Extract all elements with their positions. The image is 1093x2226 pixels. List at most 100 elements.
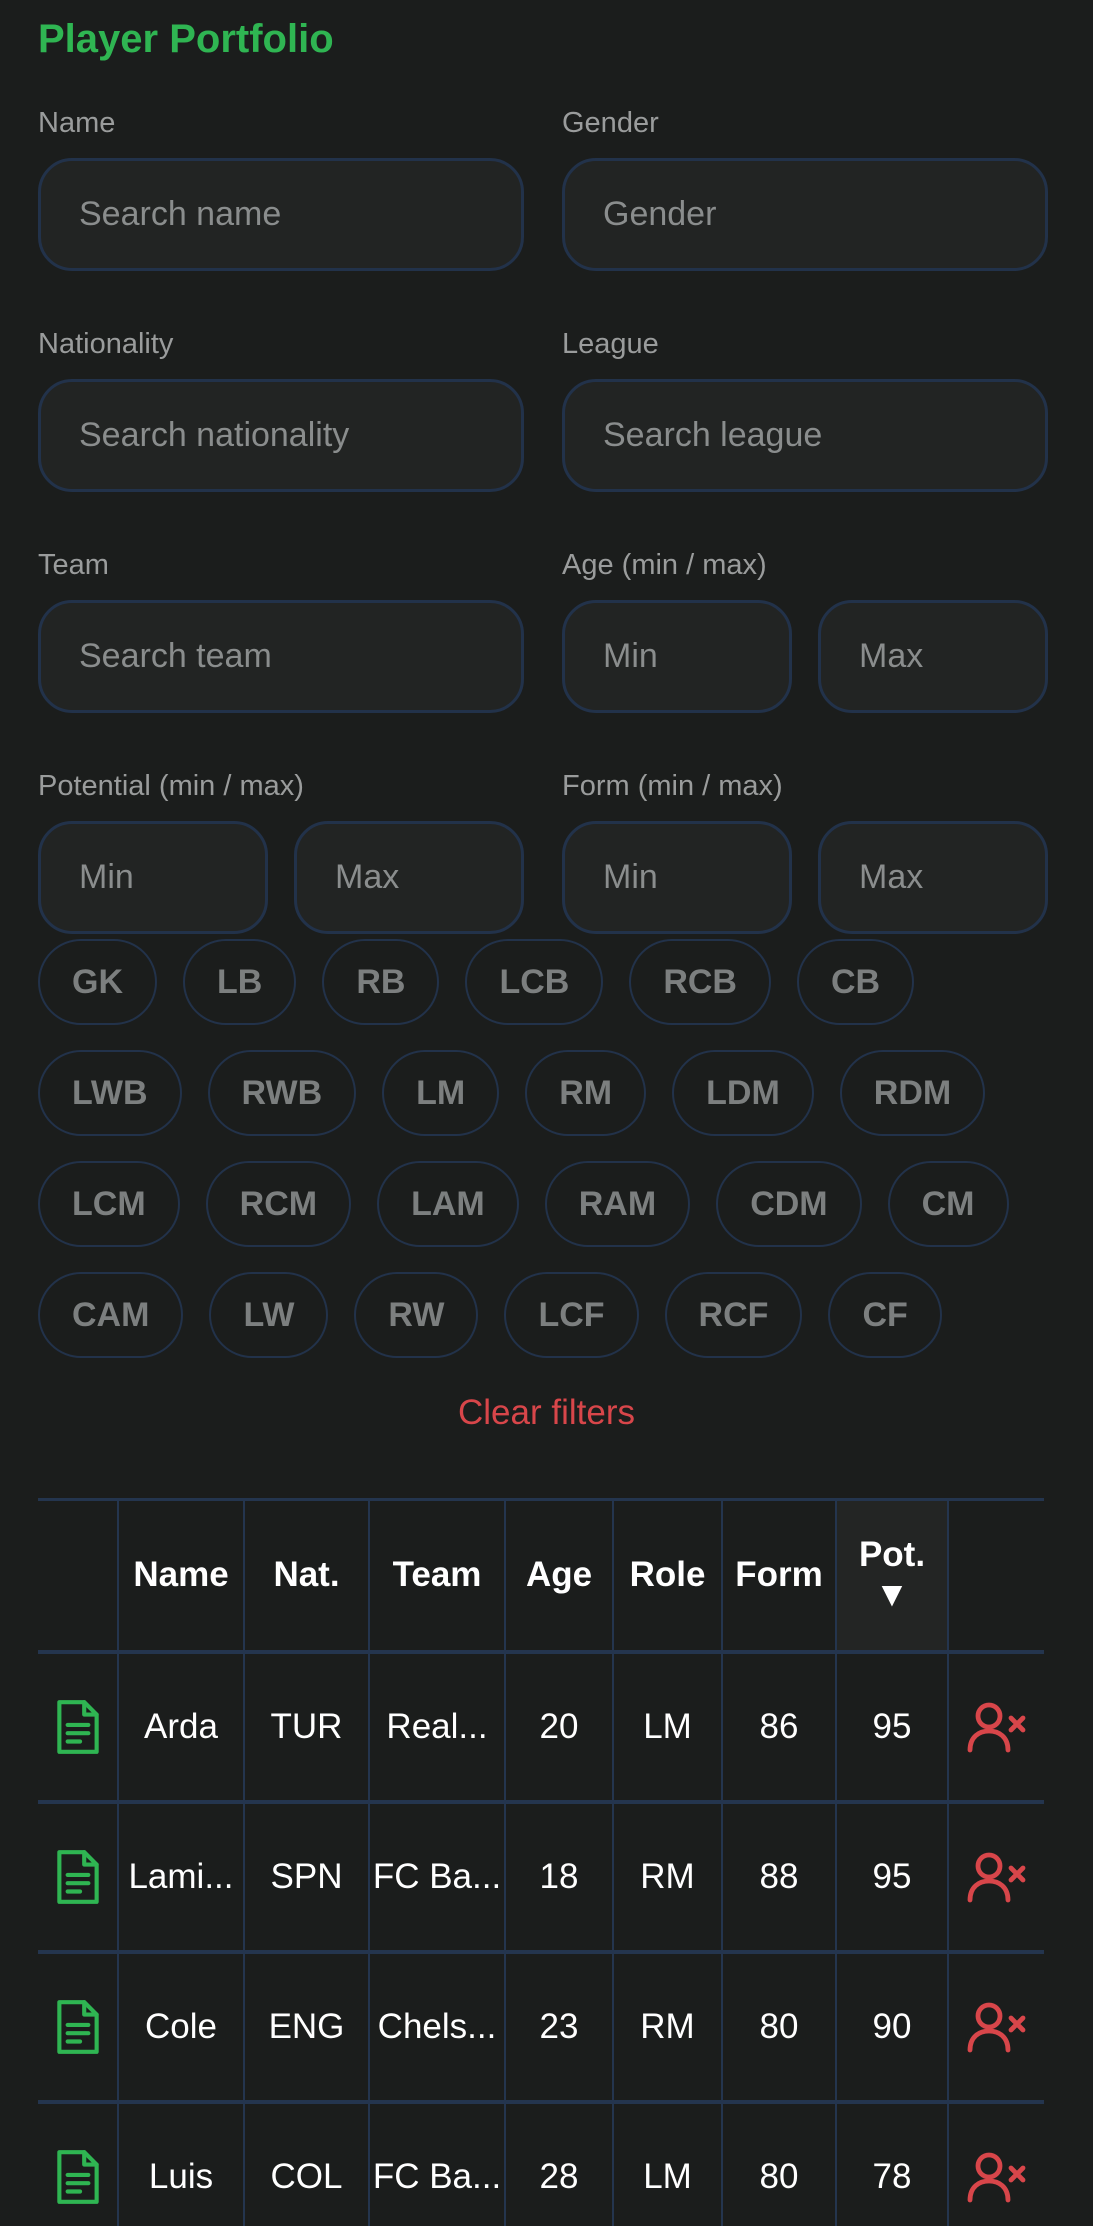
player-form-cell: 86 bbox=[721, 1651, 836, 1802]
document-icon[interactable] bbox=[53, 1848, 103, 1906]
player-nationality-cell: COL bbox=[243, 2101, 369, 2226]
position-chip[interactable]: LWB bbox=[38, 1050, 182, 1136]
gender-input[interactable]: Gender bbox=[562, 158, 1048, 271]
column-header-team[interactable]: Team bbox=[368, 1499, 505, 1652]
nationality-filter: Nationality Search nationality bbox=[38, 321, 524, 542]
player-form-cell: 88 bbox=[721, 1801, 836, 1952]
league-search-input[interactable]: Search league bbox=[562, 379, 1048, 492]
player-age-cell: 23 bbox=[504, 1951, 613, 2102]
column-header-actions bbox=[38, 1500, 118, 1652]
team-filter: Team Search team bbox=[38, 542, 524, 763]
remove-user-icon[interactable] bbox=[967, 1700, 1027, 1754]
column-header-nationality[interactable]: Nat. bbox=[243, 1499, 369, 1652]
age-label: Age (min / max) bbox=[562, 549, 767, 581]
column-header-potential-sorted[interactable]: Pot. ▼ bbox=[835, 1499, 948, 1652]
position-chip-row: LCM RCM LAM RAM CDM CM bbox=[38, 1161, 1055, 1247]
document-icon[interactable] bbox=[53, 1698, 103, 1756]
team-label: Team bbox=[38, 549, 109, 581]
name-search-input[interactable]: Search name bbox=[38, 158, 524, 271]
position-chip[interactable]: CAM bbox=[38, 1272, 184, 1358]
column-header-name[interactable]: Name bbox=[117, 1499, 244, 1652]
position-chips: GK LB RB LCB RCB CB LWB RWB LM RM LDM RD… bbox=[38, 939, 1055, 1358]
report-cell bbox=[38, 1802, 118, 1952]
potential-max-input[interactable]: Max bbox=[294, 821, 524, 934]
table-row[interactable]: Lami... SPN FC Ba... 18 RM 88 95 bbox=[38, 1801, 1044, 1952]
player-name-cell: Arda bbox=[117, 1651, 244, 1802]
position-chip[interactable]: CM bbox=[887, 1161, 1009, 1247]
players-table-body: Arda TUR Real... 20 LM 86 95 Lami... SPN… bbox=[38, 1651, 1044, 2226]
gender-filter: Gender Gender bbox=[562, 100, 1048, 321]
form-label: Form (min / max) bbox=[562, 770, 783, 802]
position-chip[interactable]: LCM bbox=[38, 1161, 180, 1247]
potential-min-input[interactable]: Min bbox=[38, 821, 268, 934]
player-portfolio-page: Player Portfolio Name Search name Gender… bbox=[0, 0, 1093, 2226]
player-name-cell: Cole bbox=[117, 1951, 244, 2102]
age-filter: Age (min / max) Min Max bbox=[562, 542, 1048, 763]
form-max-input[interactable]: Max bbox=[818, 821, 1048, 934]
position-chip[interactable]: LCB bbox=[465, 939, 604, 1025]
name-filter: Name Search name bbox=[38, 100, 524, 321]
position-chip[interactable]: RB bbox=[322, 939, 440, 1025]
player-nationality-cell: SPN bbox=[243, 1801, 369, 1952]
table-row[interactable]: Luis COL FC Ba... 28 LM 80 78 bbox=[38, 2101, 1044, 2226]
player-form-cell: 80 bbox=[721, 2101, 836, 2226]
position-chip[interactable]: CDM bbox=[716, 1161, 862, 1247]
position-chip[interactable]: CB bbox=[797, 939, 915, 1025]
position-chip[interactable]: RDM bbox=[839, 1050, 986, 1136]
league-filter: League Search league bbox=[562, 321, 1048, 542]
nationality-label: Nationality bbox=[38, 328, 174, 360]
form-filter: Form (min / max) Min Max bbox=[562, 763, 1048, 984]
document-icon[interactable] bbox=[53, 1998, 103, 2056]
remove-user-icon[interactable] bbox=[967, 2150, 1027, 2204]
nationality-search-input[interactable]: Search nationality bbox=[38, 379, 524, 492]
gender-label: Gender bbox=[562, 107, 659, 139]
column-header-role[interactable]: Role bbox=[612, 1499, 722, 1652]
player-role-cell: LM bbox=[612, 1651, 722, 1802]
age-range: Min Max bbox=[562, 588, 1048, 763]
column-header-form[interactable]: Form bbox=[721, 1499, 836, 1652]
position-chip[interactable]: RW bbox=[354, 1272, 479, 1358]
column-header-age[interactable]: Age bbox=[504, 1499, 613, 1652]
player-name-cell: Luis bbox=[117, 2101, 244, 2226]
potential-label: Potential (min / max) bbox=[38, 770, 304, 802]
player-age-cell: 28 bbox=[504, 2101, 613, 2226]
position-chip[interactable]: LB bbox=[183, 939, 297, 1025]
table-row[interactable]: Cole ENG Chels... 23 RM 80 90 bbox=[38, 1951, 1044, 2102]
position-chip[interactable]: LDM bbox=[672, 1050, 814, 1136]
position-chip-row: CAM LW RW LCF RCF CF bbox=[38, 1272, 1055, 1358]
filter-row-1: Name Search name Gender Gender bbox=[38, 100, 1055, 321]
position-chip[interactable]: RCF bbox=[664, 1272, 803, 1358]
league-label: League bbox=[562, 328, 659, 360]
position-chip[interactable]: GK bbox=[38, 939, 157, 1025]
form-min-input[interactable]: Min bbox=[562, 821, 792, 934]
player-potential-cell: 95 bbox=[835, 1801, 948, 1952]
table-row[interactable]: Arda TUR Real... 20 LM 86 95 bbox=[38, 1651, 1044, 1802]
player-name-cell: Lami... bbox=[117, 1801, 244, 1952]
position-chip[interactable]: RM bbox=[525, 1050, 647, 1136]
filter-row-2: Nationality Search nationality League Se… bbox=[38, 321, 1055, 542]
player-nationality-cell: ENG bbox=[243, 1951, 369, 2102]
remove-user-icon[interactable] bbox=[967, 1850, 1027, 1904]
player-nationality-cell: TUR bbox=[243, 1651, 369, 1802]
position-chip[interactable]: RCM bbox=[205, 1161, 352, 1247]
name-label: Name bbox=[38, 107, 116, 139]
remove-cell bbox=[947, 1951, 1044, 2102]
remove-cell bbox=[947, 1651, 1044, 1802]
position-chip[interactable]: LW bbox=[209, 1272, 329, 1358]
filter-row-3: Team Search team Age (min / max) Min Max bbox=[38, 542, 1055, 763]
clear-filters-button[interactable]: Clear filters bbox=[38, 1383, 1055, 1443]
age-max-input[interactable]: Max bbox=[818, 600, 1048, 713]
age-min-input[interactable]: Min bbox=[562, 600, 792, 713]
position-chip[interactable]: CF bbox=[828, 1272, 942, 1358]
team-search-input[interactable]: Search team bbox=[38, 600, 524, 713]
position-chip[interactable]: RCB bbox=[629, 939, 771, 1025]
player-role-cell: RM bbox=[612, 1801, 722, 1952]
position-chip[interactable]: LM bbox=[382, 1050, 500, 1136]
position-chip[interactable]: LCF bbox=[504, 1272, 639, 1358]
player-potential-cell: 95 bbox=[835, 1651, 948, 1802]
position-chip[interactable]: LAM bbox=[377, 1161, 519, 1247]
document-icon[interactable] bbox=[53, 2148, 103, 2206]
remove-user-icon[interactable] bbox=[967, 2000, 1027, 2054]
position-chip[interactable]: RAM bbox=[544, 1161, 691, 1247]
position-chip[interactable]: RWB bbox=[207, 1050, 357, 1136]
